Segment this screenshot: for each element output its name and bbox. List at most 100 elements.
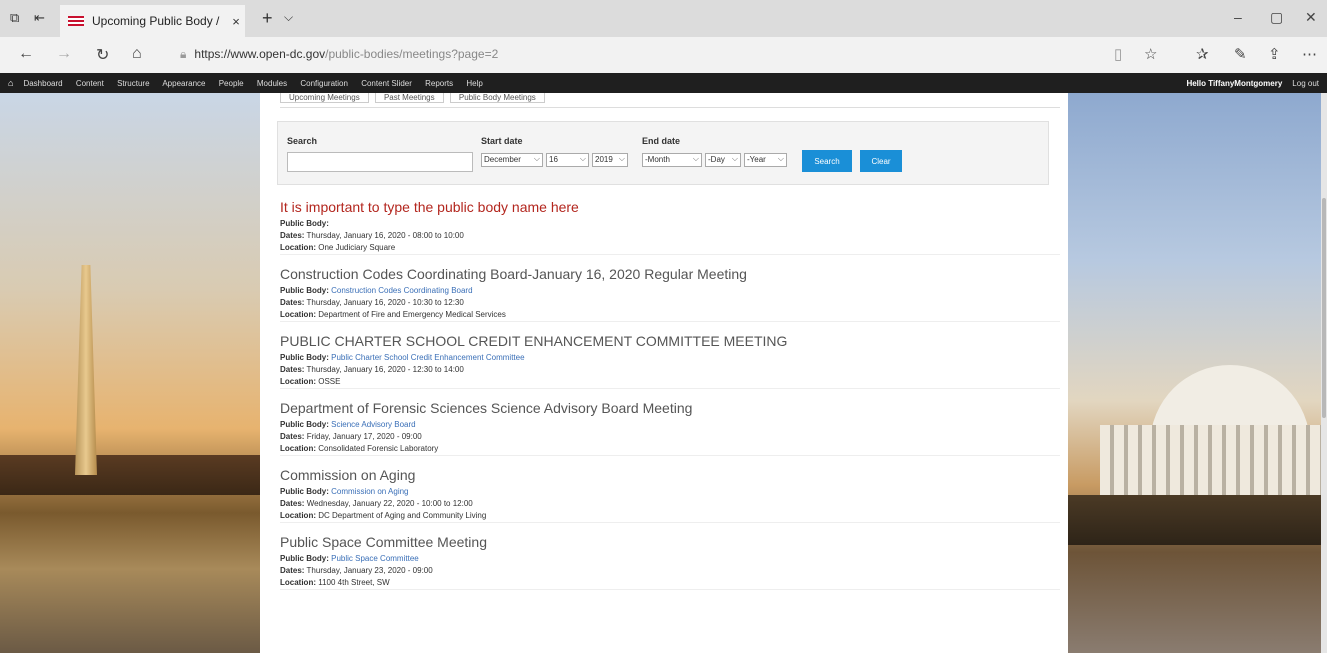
meeting-title[interactable]: Commission on Aging [280, 466, 1060, 484]
browser-tab-bar: ⧉ ⇤ Upcoming Public Body / × + ⌵ – ▢ ✕ [0, 0, 1327, 37]
back-icon[interactable]: ← [18, 45, 34, 63]
meeting-dates: Thursday, January 16, 2020 - 12:30 to 14… [306, 365, 464, 374]
maximize-button[interactable]: ▢ [1270, 9, 1283, 26]
new-tab-button[interactable]: + [262, 8, 273, 29]
admin-menu-reports[interactable]: Reports [425, 79, 453, 88]
meeting-location: One Judiciary Square [318, 243, 396, 252]
start-day-select[interactable]: 16 [546, 153, 589, 167]
url-field[interactable]: 🔒︎ https://www.open-dc.gov/public-bodies/… [180, 47, 498, 62]
favorites-bar-icon[interactable]: ✰ [1196, 45, 1209, 63]
location-label: Location: [280, 511, 316, 520]
meeting-item: Public Space Committee Meeting Public Bo… [280, 533, 1060, 590]
end-day-select[interactable]: -Day [705, 153, 741, 167]
meeting-subtabs: Upcoming Meetings Past Meetings Public B… [280, 93, 1060, 108]
admin-menu-configuration[interactable]: Configuration [300, 79, 348, 88]
close-window-button[interactable]: ✕ [1305, 9, 1317, 26]
admin-menu-modules[interactable]: Modules [257, 79, 287, 88]
public-body-label: Public Body: [280, 487, 329, 496]
clear-button[interactable]: Clear [860, 150, 902, 172]
end-year-select[interactable]: -Year [744, 153, 787, 167]
tab-menu-button[interactable]: ⌵ [284, 10, 293, 25]
admin-toolbar: ⌂ Dashboard Content Structure Appearance… [0, 73, 1327, 93]
tab-actions-icon[interactable]: ⧉ [10, 10, 19, 26]
background-trees-right [1068, 495, 1327, 545]
public-body-label: Public Body: [280, 420, 329, 429]
favorite-star-icon[interactable]: ☆ [1144, 45, 1157, 63]
meeting-item: Department of Forensic Sciences Science … [280, 399, 1060, 456]
back-tabs-icon[interactable]: ⇤ [34, 10, 45, 26]
dates-label: Dates: [280, 566, 305, 575]
location-label: Location: [280, 578, 316, 587]
meeting-title[interactable]: Department of Forensic Sciences Science … [280, 399, 1060, 417]
main-content: Upcoming Meetings Past Meetings Public B… [260, 93, 1068, 653]
public-body-link[interactable]: Construction Codes Coordinating Board [331, 286, 472, 295]
meeting-dates: Friday, January 17, 2020 - 09:00 [306, 432, 422, 441]
meeting-title[interactable]: Construction Codes Coordinating Board-Ja… [280, 265, 1060, 283]
location-label: Location: [280, 243, 316, 252]
dc-flag-icon [68, 16, 84, 26]
start-year-select[interactable]: 2019 [592, 153, 628, 167]
public-body-label: Public Body: [280, 554, 329, 563]
pen-icon[interactable]: ✎ [1234, 45, 1247, 63]
end-date-label: End date [642, 136, 681, 146]
admin-menu-help[interactable]: Help [466, 79, 482, 88]
address-bar-row: ← → ↻ ⌂ 🔒︎ https://www.open-dc.gov/public… [0, 37, 1327, 73]
background-trees-left [0, 455, 260, 495]
admin-menu-people[interactable]: People [219, 79, 244, 88]
search-button[interactable]: Search [802, 150, 852, 172]
meeting-title[interactable]: PUBLIC CHARTER SCHOOL CREDIT ENHANCEMENT… [280, 332, 1060, 350]
refresh-icon[interactable]: ↻ [96, 45, 109, 65]
home-icon[interactable]: ⌂ [132, 45, 142, 63]
admin-menu-content[interactable]: Content [76, 79, 104, 88]
share-icon[interactable]: ⇪ [1268, 45, 1281, 63]
background-image-left [0, 93, 260, 653]
dates-label: Dates: [280, 298, 305, 307]
location-label: Location: [280, 377, 316, 386]
more-icon[interactable]: ⋯ [1302, 45, 1317, 63]
meeting-dates: Thursday, January 16, 2020 - 10:30 to 12… [306, 298, 464, 307]
dates-label: Dates: [280, 365, 305, 374]
location-label: Location: [280, 444, 316, 453]
tab-past-meetings[interactable]: Past Meetings [374, 93, 444, 103]
admin-menu-content-slider[interactable]: Content Slider [361, 79, 412, 88]
tab-title: Upcoming Public Body / [92, 14, 220, 28]
meeting-location: Department of Fire and Emergency Medical… [318, 310, 506, 319]
admin-user-area: Hello TiffanyMontgomery Log out [1186, 79, 1319, 88]
page-scrollbar[interactable] [1321, 93, 1327, 653]
forward-icon[interactable]: → [56, 45, 72, 63]
meeting-title[interactable]: Public Space Committee Meeting [280, 533, 1060, 551]
public-body-link[interactable]: Commission on Aging [331, 487, 408, 496]
meeting-item: It is important to type the public body … [280, 198, 1060, 255]
start-month-select[interactable]: December [481, 153, 543, 167]
public-body-link[interactable]: Science Advisory Board [331, 420, 416, 429]
url-domain: https://www.open-dc.gov [194, 47, 326, 61]
admin-menu: Dashboard Content Structure Appearance P… [23, 79, 493, 88]
public-body-label: Public Body: [280, 353, 329, 362]
tab-close-button[interactable]: × [227, 14, 245, 29]
admin-greeting[interactable]: Hello TiffanyMontgomery [1186, 79, 1282, 88]
admin-menu-appearance[interactable]: Appearance [162, 79, 205, 88]
meeting-title[interactable]: It is important to type the public body … [280, 198, 1060, 216]
tab-active[interactable]: Upcoming Public Body / × [60, 5, 245, 37]
logout-link[interactable]: Log out [1292, 79, 1319, 88]
public-body-label: Public Body: [280, 286, 329, 295]
meeting-item: Construction Codes Coordinating Board-Ja… [280, 265, 1060, 322]
location-label: Location: [280, 310, 316, 319]
reading-view-icon[interactable]: ▯ [1114, 45, 1122, 63]
meeting-location: OSSE [318, 377, 341, 386]
tab-upcoming-meetings[interactable]: Upcoming Meetings [280, 93, 369, 103]
meeting-item: Commission on Aging Public Body: Commiss… [280, 466, 1060, 523]
scrollbar-thumb[interactable] [1322, 198, 1326, 418]
public-body-link[interactable]: Public Space Committee [331, 554, 419, 563]
public-body-label: Public Body: [280, 219, 329, 228]
admin-home-icon[interactable]: ⌂ [8, 78, 13, 88]
admin-menu-dashboard[interactable]: Dashboard [23, 79, 62, 88]
minimize-button[interactable]: – [1234, 9, 1242, 25]
meeting-location: Consolidated Forensic Laboratory [318, 444, 439, 453]
public-body-link[interactable]: Public Charter School Credit Enhancement… [331, 353, 524, 362]
admin-menu-structure[interactable]: Structure [117, 79, 149, 88]
tab-public-body-meetings[interactable]: Public Body Meetings [449, 93, 545, 103]
meeting-location: DC Department of Aging and Community Liv… [318, 511, 487, 520]
search-input[interactable] [287, 152, 473, 172]
end-month-select[interactable]: -Month [642, 153, 702, 167]
